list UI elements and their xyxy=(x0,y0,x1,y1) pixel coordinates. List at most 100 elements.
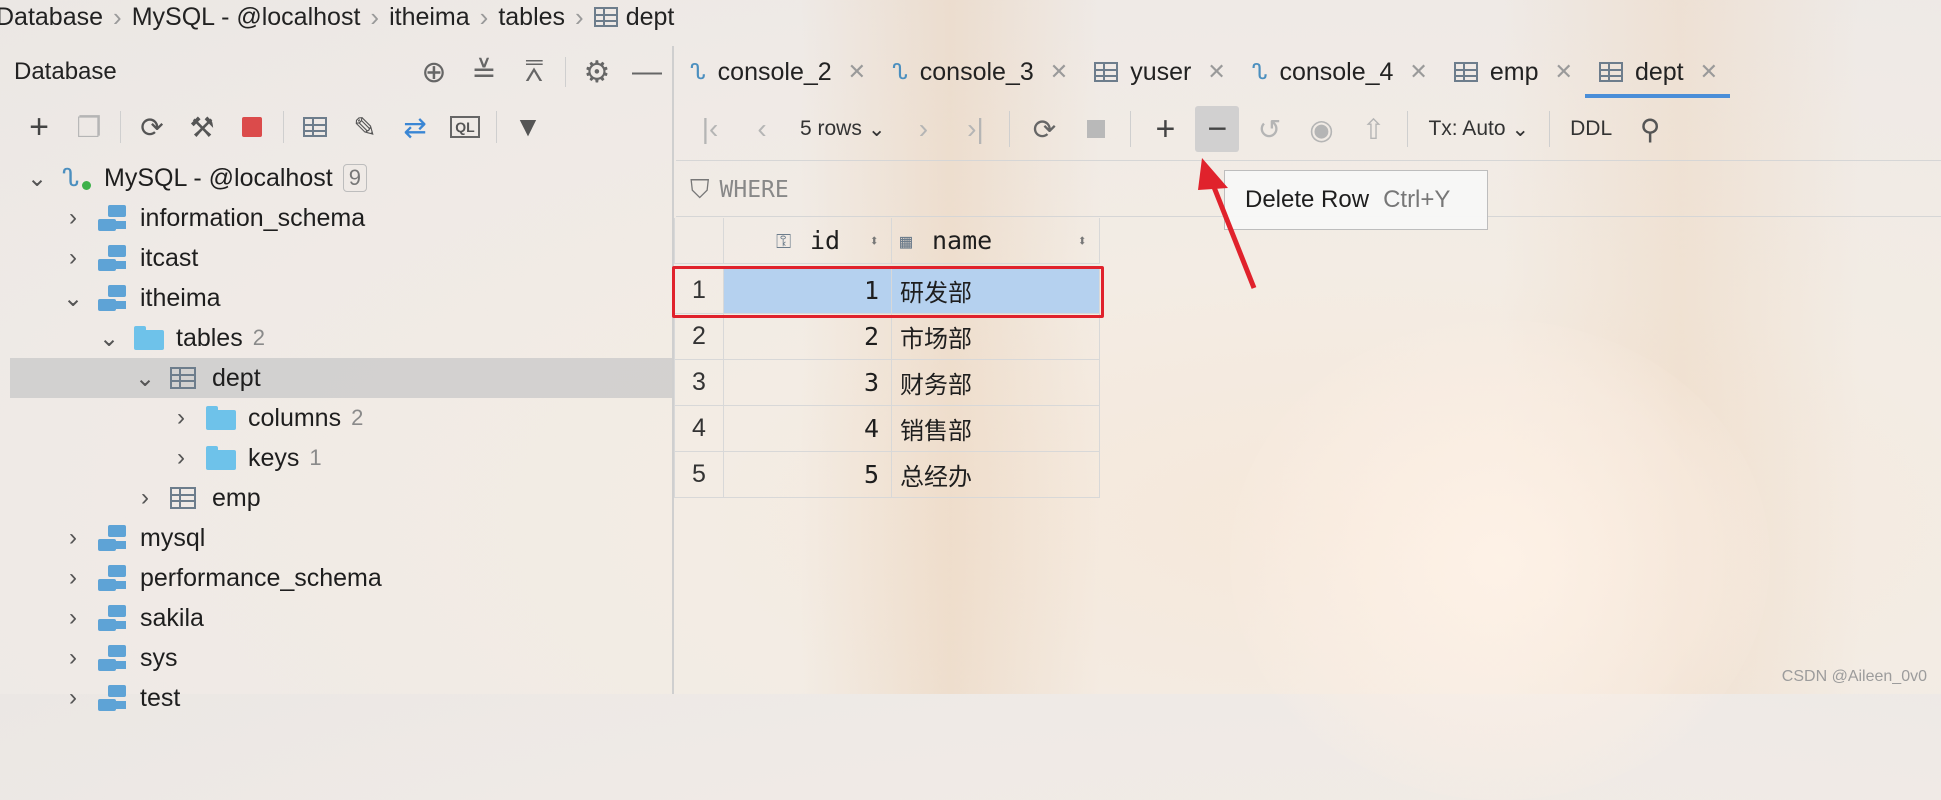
refresh-icon[interactable]: ⟳ xyxy=(127,105,177,149)
filter-icon[interactable]: ▼ xyxy=(503,105,553,149)
table-cell[interactable]: 总经办 xyxy=(892,452,1100,498)
table-cell[interactable]: 4 xyxy=(724,406,892,452)
close-icon[interactable]: ✕ xyxy=(1207,59,1225,85)
tree-item-schema[interactable]: › itcast xyxy=(10,238,672,278)
breadcrumb-item-database[interactable]: Database xyxy=(0,3,103,32)
copy-icon[interactable]: ❐ xyxy=(64,105,114,149)
tree-item-connection[interactable]: ⌄ ᔐ MySQL - @localhost 9 xyxy=(10,158,672,198)
tree-item-label: columns xyxy=(248,403,342,432)
column-header-id[interactable]: ⚿ id ⬍ xyxy=(724,218,892,264)
breadcrumb-item-schema[interactable]: itheima xyxy=(389,3,470,32)
preview-icon[interactable]: ◉ xyxy=(1295,106,1347,152)
chevron-down-icon[interactable]: ⌄ xyxy=(134,364,156,393)
gear-icon[interactable]: ⚙ xyxy=(572,46,622,98)
row-number[interactable]: 5 xyxy=(674,452,724,498)
transaction-mode-dropdown[interactable]: Tx: Auto ⌄ xyxy=(1416,117,1541,142)
tree-item-schema[interactable]: ⌄ itheima xyxy=(10,278,672,318)
row-number[interactable]: 2 xyxy=(674,314,724,360)
target-icon[interactable]: ⊕ xyxy=(409,46,459,98)
table-cell[interactable]: 5 xyxy=(724,452,892,498)
jump-icon[interactable]: ⇄ xyxy=(390,105,440,149)
close-icon[interactable]: ✕ xyxy=(1700,59,1718,85)
tree-item-label: keys xyxy=(248,443,300,472)
tab-console_4[interactable]: ᔐ console_4 ✕ xyxy=(1238,46,1440,98)
table-icon[interactable] xyxy=(290,105,340,149)
table-cell[interactable]: 销售部 xyxy=(892,406,1100,452)
rows-count-dropdown[interactable]: 5 rows ⌄ xyxy=(788,117,897,142)
breadcrumb-item-connection[interactable]: MySQL - @localhost xyxy=(132,3,361,32)
chevron-right-icon[interactable]: › xyxy=(170,404,192,432)
tab-yuser[interactable]: yuser ✕ xyxy=(1080,46,1238,98)
stop-icon[interactable] xyxy=(227,105,277,149)
chevron-down-icon[interactable]: ⌄ xyxy=(26,164,48,193)
table-cell[interactable]: 财务部 xyxy=(892,360,1100,406)
tree-item-table[interactable]: ⌄ dept xyxy=(10,358,672,398)
tab-emp[interactable]: emp ✕ xyxy=(1440,46,1585,98)
previous-page-icon[interactable]: ‹ xyxy=(736,106,788,152)
ddl-button[interactable]: DDL xyxy=(1558,117,1624,141)
tree-item-table[interactable]: › emp xyxy=(10,478,672,518)
revert-icon[interactable]: ↺ xyxy=(1243,106,1295,152)
minimize-icon[interactable]: — xyxy=(622,46,672,98)
sql-console-icon[interactable]: QL xyxy=(440,105,490,149)
chevron-right-icon[interactable]: › xyxy=(62,684,84,712)
close-icon[interactable]: ✕ xyxy=(1050,59,1068,85)
tab-label: emp xyxy=(1489,57,1539,86)
column-header-name[interactable]: ▦ name ⬍ xyxy=(892,218,1100,264)
chevron-right-icon[interactable]: › xyxy=(62,644,84,672)
chevron-down-icon[interactable]: ⌄ xyxy=(98,324,120,353)
tree-item-label: test xyxy=(140,683,181,712)
tab-console_2[interactable]: ᔐ console_2 ✕ xyxy=(676,46,878,98)
tree-item-schema[interactable]: › test xyxy=(10,678,672,718)
chevron-right-icon[interactable]: › xyxy=(62,244,84,272)
last-page-icon[interactable]: ›| xyxy=(949,106,1001,152)
tree-item-folder[interactable]: › columns 2 xyxy=(10,398,672,438)
schema-sync-icon[interactable]: ⚒ xyxy=(177,105,227,149)
first-page-icon[interactable]: |‹ xyxy=(684,106,736,152)
row-number[interactable]: 3 xyxy=(674,360,724,406)
tree-item-schema[interactable]: › sys xyxy=(10,638,672,678)
submit-icon[interactable]: ⇧ xyxy=(1347,106,1399,152)
next-page-icon[interactable]: › xyxy=(897,106,949,152)
delete-row-icon[interactable]: − xyxy=(1195,106,1240,152)
tree-item-schema[interactable]: › performance_schema xyxy=(10,558,672,598)
annotation-arrow xyxy=(1198,158,1257,289)
chevron-right-icon[interactable]: › xyxy=(134,484,156,512)
close-icon[interactable]: ✕ xyxy=(1555,59,1573,85)
breadcrumb-item-table[interactable]: dept xyxy=(593,3,674,32)
mysql-connection-icon: ᔐ xyxy=(62,163,92,193)
chevron-right-icon[interactable]: › xyxy=(62,564,84,592)
tree-item-schema[interactable]: › information_schema xyxy=(10,198,672,238)
table-cell[interactable]: 市场部 xyxy=(892,314,1100,360)
close-icon[interactable]: ✕ xyxy=(1409,59,1427,85)
tree-item-folder[interactable]: ⌄ tables 2 xyxy=(10,318,672,358)
add-icon[interactable]: + xyxy=(14,105,64,149)
chevron-right-icon[interactable]: › xyxy=(170,444,192,472)
table-cell[interactable]: 2 xyxy=(724,314,892,360)
edit-icon[interactable]: ✎ xyxy=(340,105,390,149)
chevron-right-icon[interactable]: › xyxy=(62,604,84,632)
sort-icon[interactable]: ⬍ xyxy=(869,231,879,250)
sort-icon[interactable]: ⬍ xyxy=(1077,231,1087,250)
tab-dept[interactable]: dept ✕ xyxy=(1584,46,1731,98)
add-row-icon[interactable]: + xyxy=(1139,106,1191,152)
breadcrumb-item-tables[interactable]: tables xyxy=(498,3,565,32)
chevron-right-icon[interactable]: › xyxy=(62,524,84,552)
tree-item-folder[interactable]: › keys 1 xyxy=(10,438,672,478)
table-cell[interactable]: 3 xyxy=(724,360,892,406)
stop-icon[interactable] xyxy=(1070,106,1122,152)
row-number[interactable]: 4 xyxy=(674,406,724,452)
refresh-icon[interactable]: ⟳ xyxy=(1018,106,1070,152)
chevron-down-icon[interactable]: ⌄ xyxy=(62,284,84,313)
close-icon[interactable]: ✕ xyxy=(848,59,866,85)
collapse-all-icon[interactable]: ⩞ xyxy=(509,46,559,98)
tree-item-schema[interactable]: › sakila xyxy=(10,598,672,638)
where-filter[interactable]: ⛉ WHERE xyxy=(676,168,789,212)
expand-all-icon[interactable]: ≚ xyxy=(459,46,509,98)
search-icon[interactable]: ⚲ xyxy=(1624,106,1676,152)
chevron-right-icon[interactable]: › xyxy=(62,204,84,232)
tree-item-schema[interactable]: › mysql xyxy=(10,518,672,558)
tab-console_3[interactable]: ᔐ console_3 ✕ xyxy=(878,46,1080,98)
filter-icon[interactable]: ⛉ xyxy=(690,174,710,206)
table-icon xyxy=(593,7,618,27)
